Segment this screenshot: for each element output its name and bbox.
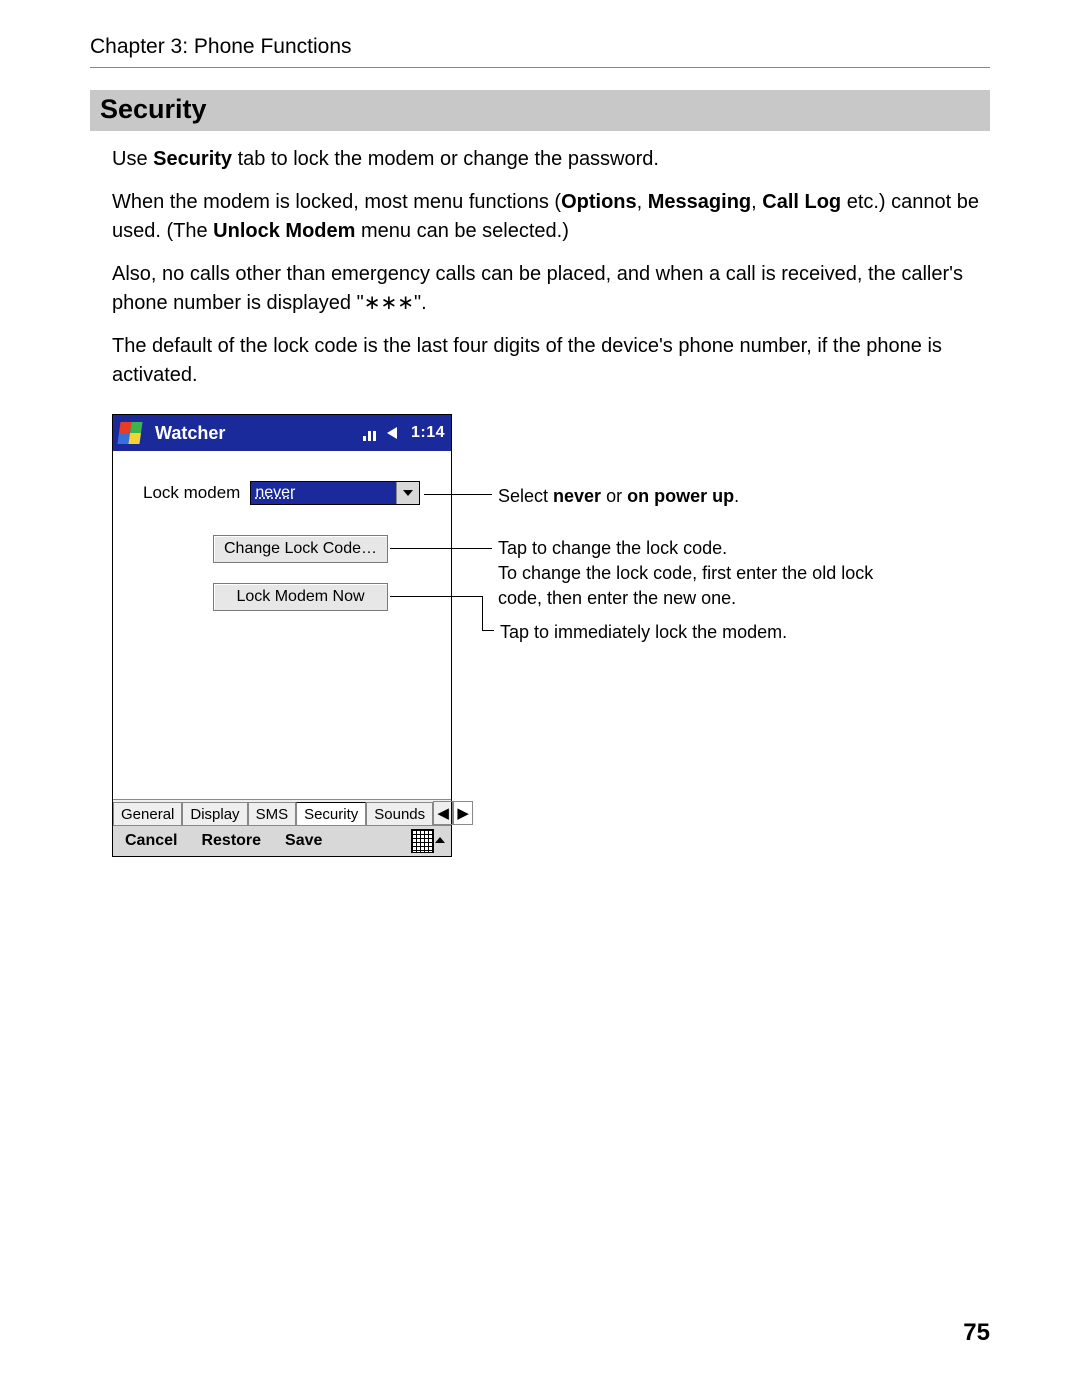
para-1: Use Security tab to lock the modem or ch… <box>112 145 990 174</box>
lock-modem-now-button[interactable]: Lock Modem Now <box>213 583 388 611</box>
text-bold: Call Log <box>762 191 841 213</box>
callout-line <box>482 630 494 631</box>
app-title: Watcher <box>155 423 225 444</box>
start-icon[interactable] <box>113 415 147 451</box>
tab-security[interactable]: Security <box>296 802 366 826</box>
text: , <box>637 191 648 213</box>
callout-line <box>482 596 483 630</box>
volume-icon <box>387 425 405 441</box>
text-bold: Options <box>561 191 637 213</box>
cmd-save[interactable]: Save <box>273 832 334 850</box>
tab-general[interactable]: General <box>113 802 182 826</box>
client-area: Lock modem never Change Lock Code… Lock … <box>113 451 451 799</box>
device-frame: Watcher 1:14 Lock modem never Change Loc… <box>112 414 452 857</box>
keyboard-icon[interactable] <box>411 829 447 851</box>
text-bold: Unlock Modem <box>213 220 355 242</box>
text: tab to lock the modem or change the pass… <box>232 148 659 170</box>
chapter-header: Chapter 3: Phone Functions <box>90 35 990 68</box>
lock-modem-combo[interactable]: never <box>250 481 420 505</box>
text-bold: Security <box>153 148 232 170</box>
tab-strip: General Display SMS Security Sounds ◀ ▶ <box>113 799 451 825</box>
text: , <box>751 191 762 213</box>
tab-sms[interactable]: SMS <box>248 802 297 826</box>
text: When the modem is locked, most menu func… <box>112 191 561 213</box>
tab-sounds[interactable]: Sounds <box>366 802 433 826</box>
lock-modem-value: never <box>251 482 396 504</box>
callout-line <box>424 494 492 495</box>
tab-scroll-left-icon[interactable]: ◀ <box>433 801 453 825</box>
callout-line <box>390 548 492 549</box>
command-bar: Cancel Restore Save <box>113 825 451 856</box>
callout-combo: Select never or on power up. <box>498 484 739 509</box>
text-bold: Messaging <box>648 191 751 213</box>
text: Tap to change the lock code. <box>498 538 727 558</box>
titlebar: Watcher 1:14 <box>113 415 451 451</box>
tab-scroll-right-icon[interactable]: ▶ <box>453 801 473 825</box>
tab-display[interactable]: Display <box>182 802 247 826</box>
para-3: Also, no calls other than emergency call… <box>112 260 990 318</box>
callout-line <box>390 596 482 597</box>
signal-icon <box>363 425 381 441</box>
cmd-cancel[interactable]: Cancel <box>113 832 189 850</box>
page-number: 75 <box>963 1319 990 1347</box>
text: menu can be selected.) <box>355 220 568 242</box>
change-lock-code-button[interactable]: Change Lock Code… <box>213 535 388 563</box>
text: To change the lock code, first enter the… <box>498 563 873 608</box>
callout-change-code: Tap to change the lock code. To change t… <box>498 536 888 612</box>
text: Use <box>112 148 153 170</box>
chevron-down-icon[interactable] <box>396 482 419 504</box>
para-2: When the modem is locked, most menu func… <box>112 188 990 246</box>
lock-modem-label: Lock modem <box>143 483 240 503</box>
section-title: Security <box>90 90 990 131</box>
figure: Watcher 1:14 Lock modem never Change Loc… <box>112 414 990 884</box>
callout-lock-now: Tap to immediately lock the modem. <box>500 620 787 645</box>
cmd-restore[interactable]: Restore <box>189 832 273 850</box>
para-4: The default of the lock code is the last… <box>112 332 990 390</box>
text: Select <box>498 486 553 506</box>
text-bold: never <box>553 486 601 506</box>
text: . <box>734 486 739 506</box>
clock: 1:14 <box>411 424 445 442</box>
text-bold: on power up <box>627 486 734 506</box>
text: or <box>601 486 627 506</box>
